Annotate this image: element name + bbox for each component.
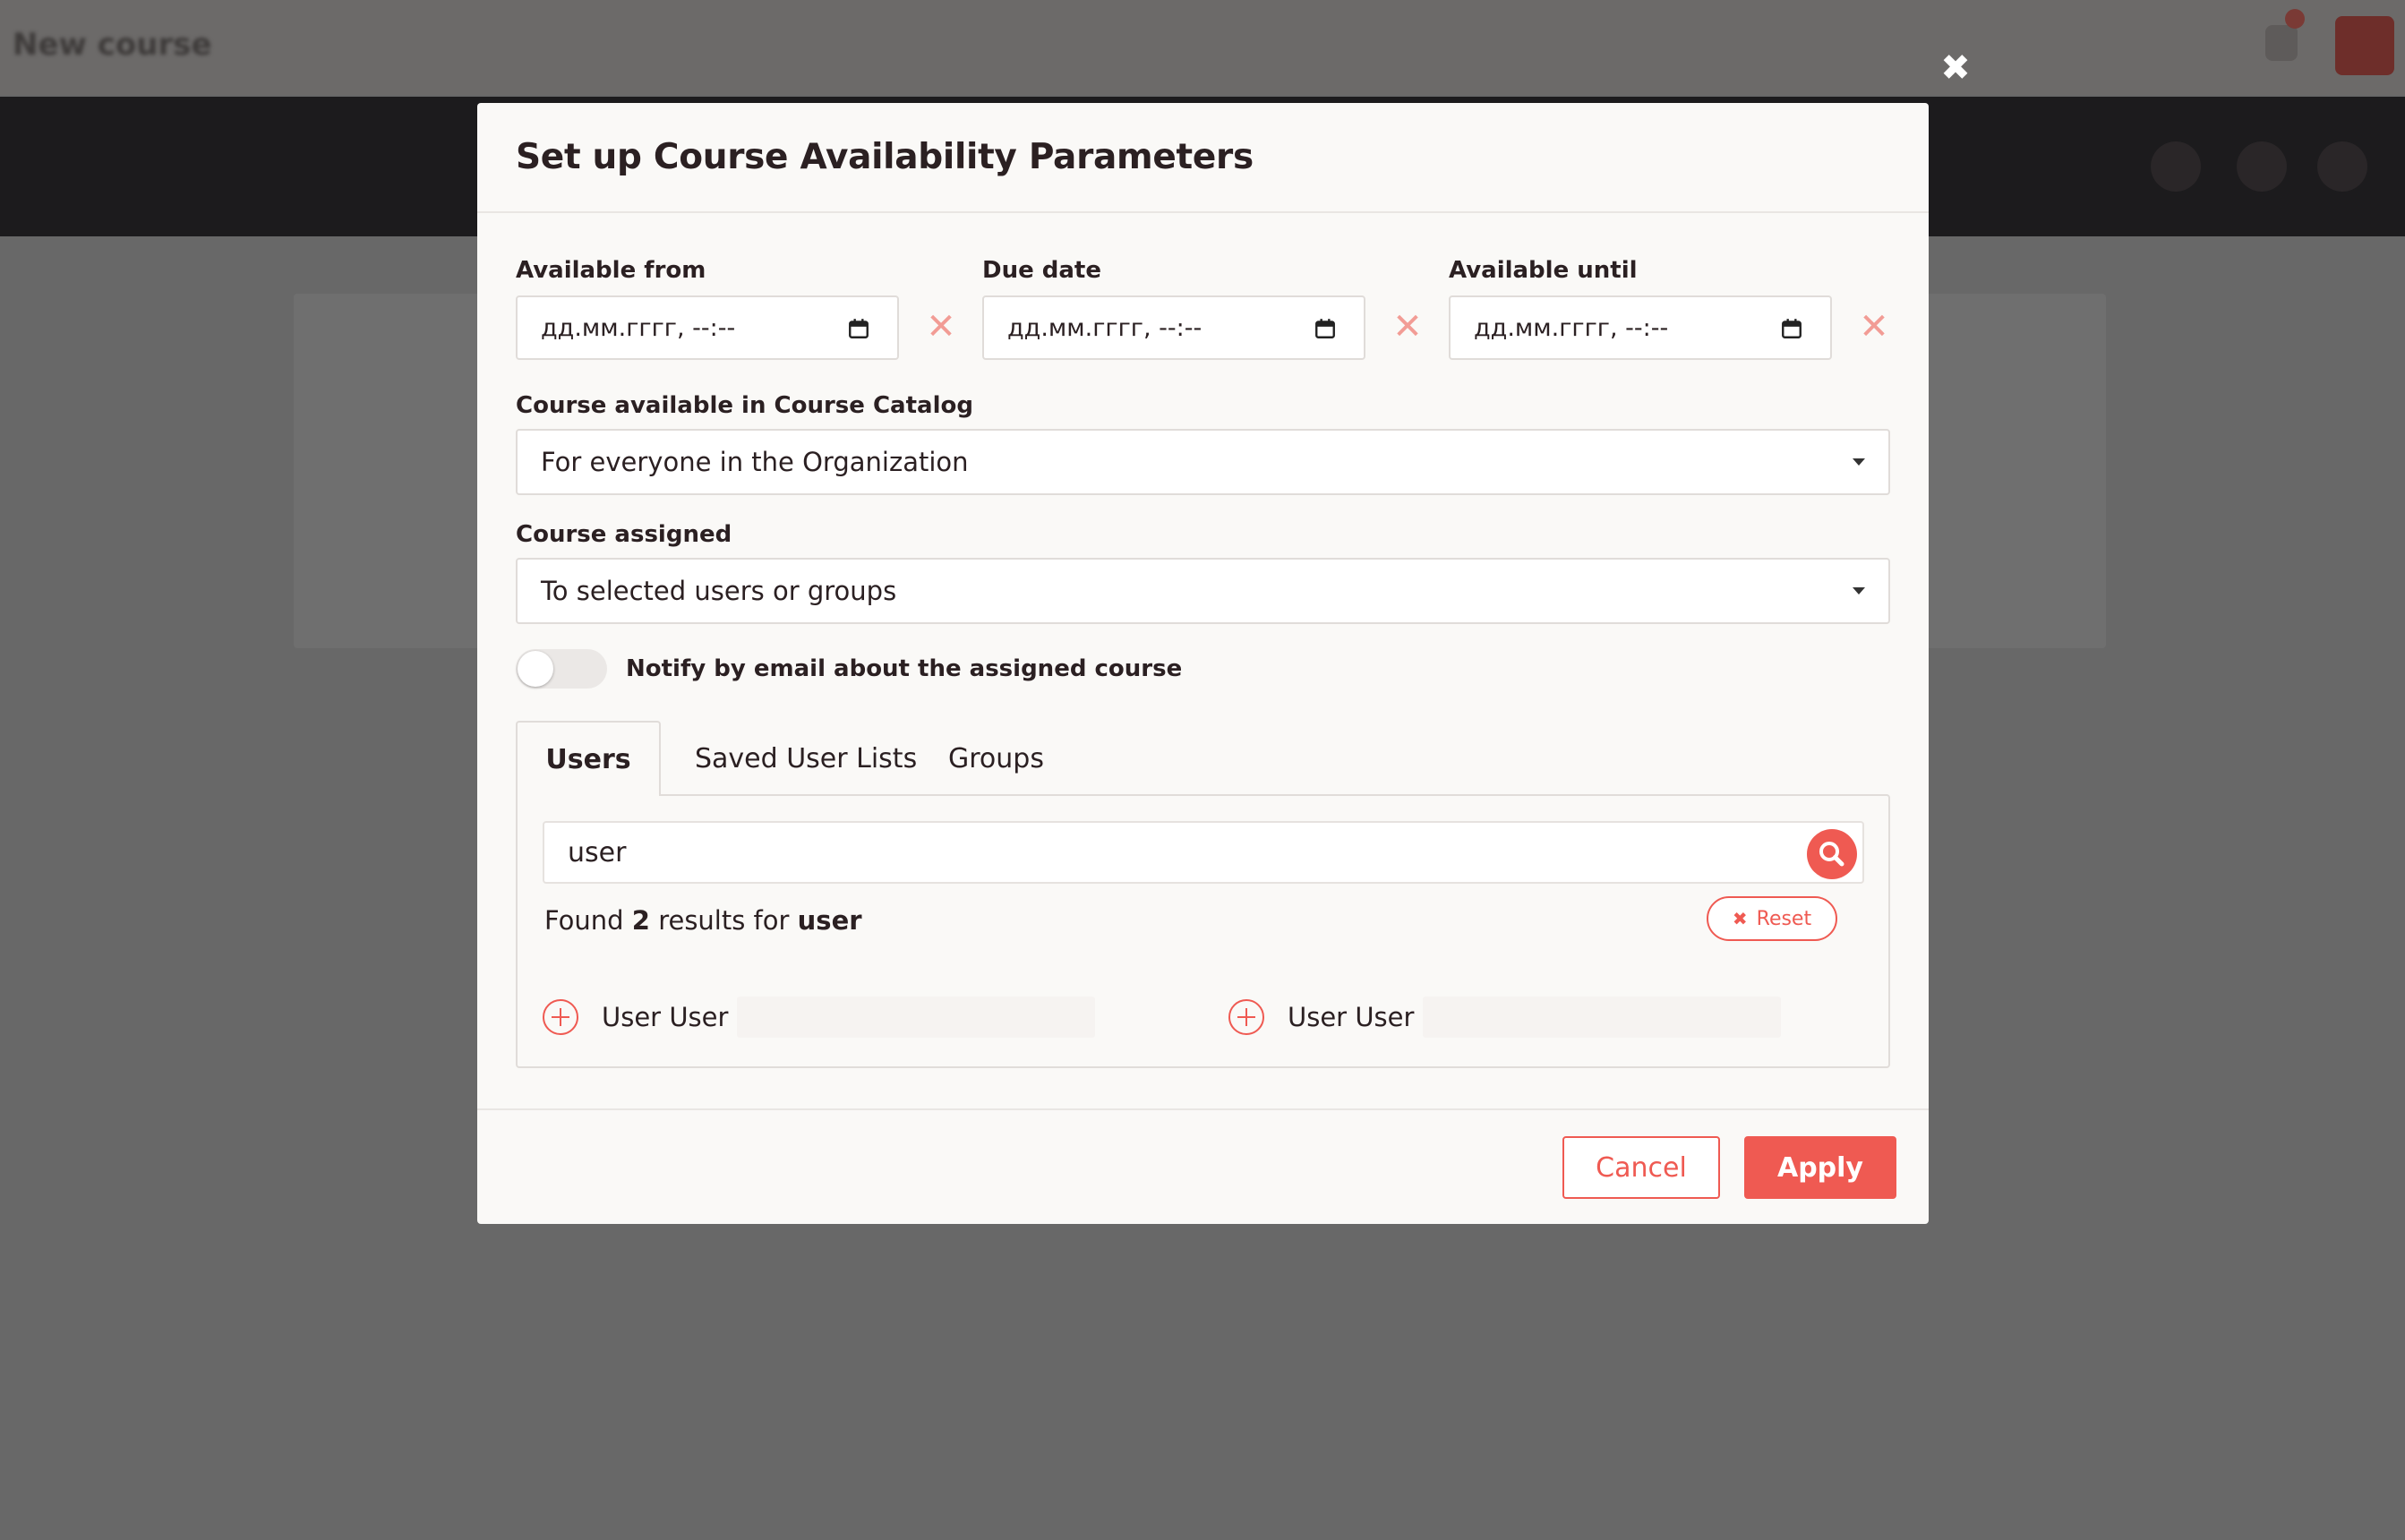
background-nav-icon (2151, 141, 2201, 192)
modal-footer: Cancel Apply (477, 1108, 1929, 1224)
assigned-select[interactable]: To selected users or groups (516, 558, 1890, 624)
users-tab-panel: user Found 2 results for user ✖ Reset Us… (516, 794, 1890, 1068)
apply-button[interactable]: Apply (1744, 1136, 1896, 1199)
plus-circle-icon[interactable] (1228, 999, 1264, 1035)
available-from-input[interactable]: дд.мм.гггг, --:-- (516, 295, 899, 360)
result-user-name: User User (602, 1002, 729, 1032)
background-nav-icon (2317, 141, 2367, 192)
background-nav-icon (2237, 141, 2287, 192)
close-icon[interactable]: ✖ (1939, 50, 1972, 86)
clear-available-until-icon[interactable]: ✕ (1854, 307, 1894, 346)
course-availability-modal: Set up Course Availability Parameters Av… (477, 103, 1929, 1224)
background-topbar (0, 0, 2405, 95)
due-date-value: дд.мм.гггг, --:-- (1007, 313, 1202, 342)
due-date-input[interactable]: дд.мм.гггг, --:-- (982, 295, 1365, 360)
calendar-icon[interactable] (1314, 317, 1337, 340)
available-until-input[interactable]: дд.мм.гггг, --:-- (1449, 295, 1832, 360)
plus-circle-icon[interactable] (543, 999, 578, 1035)
user-search-input[interactable]: user (543, 821, 1864, 884)
result-user-email-placeholder (1423, 997, 1782, 1038)
toggle-knob (518, 651, 553, 687)
background-notification-badge (2285, 9, 2305, 29)
available-from-value: дд.мм.гггг, --:-- (541, 313, 736, 342)
assignment-tabs: Users Saved User Lists Groups user Found… (516, 721, 1890, 1072)
reset-button[interactable]: ✖ Reset (1707, 896, 1837, 941)
available-until-value: дд.мм.гггг, --:-- (1474, 313, 1669, 342)
due-date-label: Due date (982, 257, 1101, 284)
result-user-item[interactable]: User User (1228, 995, 1782, 1040)
clear-available-from-icon[interactable]: ✕ (921, 307, 961, 346)
background-page-title: New course (13, 27, 212, 63)
user-search-value: user (568, 836, 627, 868)
cancel-button[interactable]: Cancel (1562, 1136, 1720, 1199)
available-from-label: Available from (516, 257, 706, 284)
found-count: 2 (631, 905, 650, 936)
tab-saved-user-lists[interactable]: Saved User Lists (695, 721, 917, 796)
tab-groups[interactable]: Groups (948, 721, 1044, 796)
chevron-down-icon (1853, 458, 1865, 466)
result-user-email-placeholder (737, 997, 1096, 1038)
result-user-item[interactable]: User User (543, 995, 1096, 1040)
background-bell-icon (2265, 25, 2298, 61)
found-prefix: Found (544, 905, 624, 936)
modal-body: Available from Due date Available until … (477, 103, 1929, 1068)
search-icon (1819, 842, 1844, 867)
clear-due-date-icon[interactable]: ✕ (1388, 307, 1427, 346)
catalog-select-value: For everyone in the Organization (541, 447, 969, 477)
reset-label: Reset (1756, 907, 1812, 930)
tab-users[interactable]: Users (516, 721, 661, 796)
catalog-select[interactable]: For everyone in the Organization (516, 429, 1890, 495)
search-results-summary: Found 2 results for user (544, 905, 862, 936)
search-button[interactable] (1807, 829, 1857, 879)
found-middle: results for (658, 905, 790, 936)
background-avatar (2335, 16, 2394, 75)
available-until-label: Available until (1449, 257, 1638, 284)
chevron-down-icon (1853, 587, 1865, 595)
notify-toggle[interactable] (516, 649, 607, 689)
catalog-label: Course available in Course Catalog (516, 392, 973, 419)
notify-label: Notify by email about the assigned cours… (626, 655, 1183, 682)
calendar-icon[interactable] (847, 317, 870, 340)
assigned-select-value: To selected users or groups (541, 576, 897, 606)
result-user-name: User User (1288, 1002, 1415, 1032)
calendar-icon[interactable] (1780, 317, 1803, 340)
found-query: user (797, 905, 862, 936)
close-icon: ✖ (1732, 908, 1748, 929)
assigned-label: Course assigned (516, 521, 732, 548)
